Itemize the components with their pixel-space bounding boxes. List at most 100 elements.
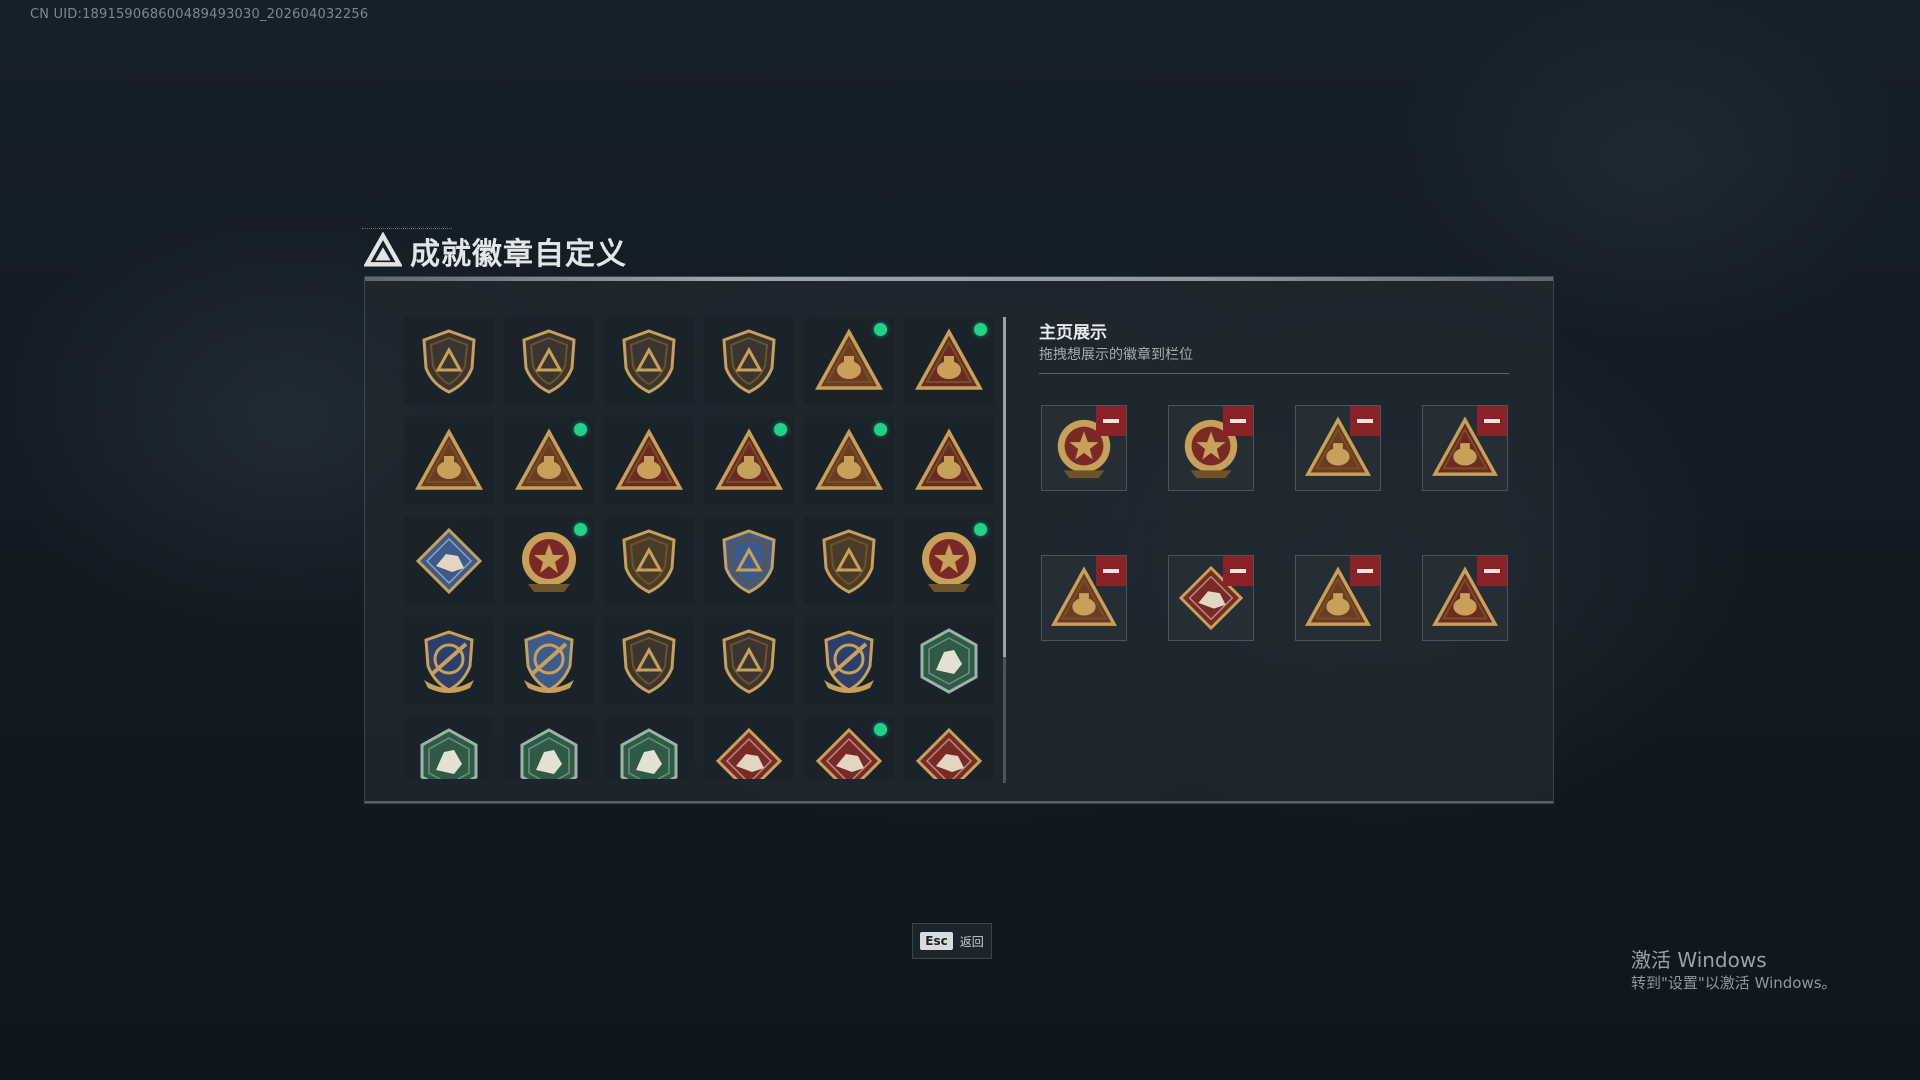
badge-cell[interactable] [504, 517, 594, 605]
badge-grid [404, 317, 998, 779]
badge-cell[interactable] [704, 617, 794, 705]
remove-badge-button[interactable] [1223, 406, 1253, 436]
red-dragon-badge-icon [715, 727, 783, 779]
triangle-trophy-badge-icon [915, 328, 983, 390]
badge-cell[interactable] [804, 517, 894, 605]
remove-badge-button[interactable] [1096, 556, 1126, 586]
esc-key-icon: Esc [920, 932, 953, 950]
green-wing-badge-icon [520, 728, 578, 779]
badge-cell[interactable] [604, 717, 694, 779]
panel-bottom-bar [365, 801, 1553, 803]
showcase-slot[interactable] [1041, 405, 1127, 491]
badge-cell[interactable] [704, 517, 794, 605]
remove-badge-button[interactable] [1223, 556, 1253, 586]
shield-crossed-gun-badge-icon [722, 629, 776, 694]
badge-cell[interactable] [604, 617, 694, 705]
page-title: 成就徽章自定义 [410, 237, 627, 272]
triangle-helmet-badge-icon [415, 428, 483, 490]
shield-no-entry-badge-icon [622, 629, 676, 694]
badge-cell[interactable] [904, 617, 994, 705]
showcase-slot[interactable] [1422, 555, 1508, 641]
badge-cell[interactable] [604, 417, 694, 505]
back-button[interactable]: Esc 返回 [912, 923, 992, 959]
badge-cell[interactable] [804, 317, 894, 405]
new-indicator-dot [974, 323, 987, 336]
triangle-hands-badge-icon [815, 428, 883, 490]
activation-watermark-text: 转到"设置"以激活 Windows。 [1631, 974, 1837, 992]
red-dragon-2-badge-icon [815, 727, 883, 779]
showcase-slot[interactable] [1168, 405, 1254, 491]
showcase-slot[interactable] [1422, 405, 1508, 491]
showcase-slot[interactable] [1168, 555, 1254, 641]
new-indicator-dot [874, 423, 887, 436]
gold-crossed-gun-badge-icon [824, 630, 874, 693]
page-header: 成就徽章自定义 [364, 229, 627, 273]
badge-cell[interactable] [404, 617, 494, 705]
diamond-rifle-badge-icon [415, 527, 483, 595]
badge-cell[interactable] [404, 517, 494, 605]
badge-cell[interactable] [904, 517, 994, 605]
round-flower-badge-icon [922, 532, 976, 592]
remove-badge-button[interactable] [1477, 556, 1507, 586]
green-soldier-badge-icon [620, 728, 678, 779]
badge-cell[interactable] [804, 617, 894, 705]
badge-cell[interactable] [404, 717, 494, 779]
badge-cell[interactable] [504, 417, 594, 505]
triangle-soldiers-badge-icon [915, 428, 983, 490]
badge-cell[interactable] [904, 417, 994, 505]
panel-top-bar [365, 277, 1553, 281]
blue-crossed-rifles-badge-icon [524, 630, 574, 693]
triangle-gear-badge-icon [815, 328, 883, 390]
remove-badge-button[interactable] [1096, 406, 1126, 436]
badge-grid-scrollbar-thumb[interactable] [1003, 317, 1006, 657]
triangle-number-one-badge-icon [615, 428, 683, 490]
back-label: 返回 [959, 934, 984, 949]
new-indicator-dot [574, 523, 587, 536]
triangle-tank-badge-icon [515, 428, 583, 490]
badge-cell[interactable] [504, 317, 594, 405]
shield-triangle-badge-icon [422, 329, 476, 394]
badge-cell[interactable] [704, 417, 794, 505]
badge-cell[interactable] [704, 317, 794, 405]
badge-cell[interactable] [904, 717, 994, 779]
round-star-badge-icon [522, 532, 576, 592]
showcase-slot[interactable] [1041, 555, 1127, 641]
badge-cell[interactable] [904, 317, 994, 405]
shield-lion-badge-icon [822, 529, 876, 594]
green-eagle-badge-icon [920, 628, 978, 694]
showcase-divider [1039, 373, 1509, 374]
new-indicator-dot [874, 723, 887, 736]
remove-badge-button[interactable] [1477, 406, 1507, 436]
gold-crossed-rifles-badge-icon [424, 630, 474, 693]
badge-customize-panel: 主页展示 拖拽想展示的徽章到栏位 [364, 276, 1554, 804]
badge-cell[interactable] [804, 417, 894, 505]
blue-police-badge-icon [722, 529, 776, 594]
shield-emblem-badge-icon [622, 529, 676, 594]
red-runner-badge-icon [915, 727, 983, 779]
new-indicator-dot [874, 323, 887, 336]
badge-cell[interactable] [404, 417, 494, 505]
showcase-subtitle: 拖拽想展示的徽章到栏位 [1039, 347, 1193, 363]
new-indicator-dot [974, 523, 987, 536]
delta-logo-icon [364, 232, 402, 267]
remove-badge-button[interactable] [1350, 556, 1380, 586]
badge-cell[interactable] [604, 317, 694, 405]
new-indicator-dot [574, 423, 587, 436]
activation-watermark-title: 激活 Windows [1631, 948, 1767, 972]
shield-diamond-badge-icon [622, 329, 676, 394]
shield-dagger-badge-icon [722, 329, 776, 394]
new-indicator-dot [774, 423, 787, 436]
badge-cell[interactable] [504, 717, 594, 779]
badge-cell[interactable] [704, 717, 794, 779]
showcase-title: 主页展示 [1039, 323, 1107, 343]
badge-cell[interactable] [504, 617, 594, 705]
shield-helicopter-badge-icon [522, 329, 576, 394]
showcase-slot[interactable] [1295, 555, 1381, 641]
uid-label: CN UID:18915906860048949303​0_2026040322… [30, 7, 369, 22]
badge-cell[interactable] [404, 317, 494, 405]
showcase-slot[interactable] [1295, 405, 1381, 491]
triangle-bottle-badge-icon [715, 428, 783, 490]
remove-badge-button[interactable] [1350, 406, 1380, 436]
badge-cell[interactable] [604, 517, 694, 605]
badge-cell[interactable] [804, 717, 894, 779]
